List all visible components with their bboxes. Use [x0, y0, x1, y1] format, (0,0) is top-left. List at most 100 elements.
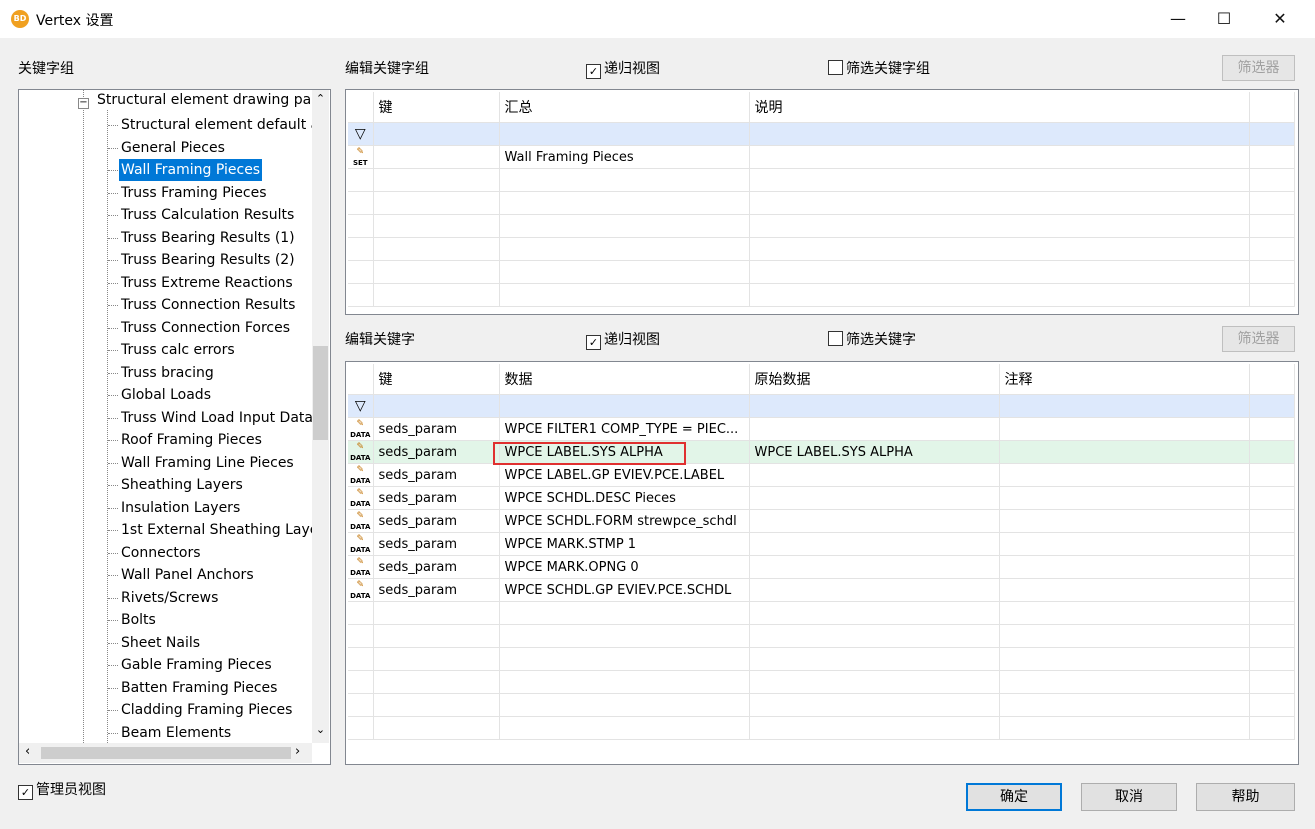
- tree-item[interactable]: Truss Bearing Results (2): [119, 249, 297, 271]
- tree-item[interactable]: Roof Framing Pieces: [119, 429, 264, 451]
- column-header[interactable]: 原始数据: [749, 364, 1000, 395]
- note-cell[interactable]: [999, 440, 1250, 464]
- column-header[interactable]: 汇总: [499, 92, 750, 123]
- group-recursive-checkbox[interactable]: ✓ 递归视图: [586, 58, 660, 79]
- table-row[interactable]: ✎ DATA seds_param WPCE MARK.OPNG 0: [348, 555, 1295, 579]
- tree-root-item[interactable]: Structural element drawing part: [97, 92, 312, 108]
- raw-data-cell[interactable]: [749, 509, 1000, 533]
- data-cell[interactable]: WPCE MARK.OPNG 0: [499, 555, 750, 579]
- keyword-recursive-checkbox[interactable]: ✓ 递归视图: [586, 329, 660, 350]
- scroll-up-icon[interactable]: ⌃: [312, 92, 329, 105]
- data-cell[interactable]: WPCE SCHDL.DESC Pieces: [499, 486, 750, 510]
- raw-data-cell[interactable]: [749, 486, 1000, 510]
- raw-data-cell[interactable]: [749, 555, 1000, 579]
- tree-item[interactable]: Global Loads: [119, 384, 213, 406]
- group-filter-button[interactable]: 筛选器: [1222, 55, 1295, 81]
- desc-cell[interactable]: [749, 145, 1250, 169]
- filter-cell[interactable]: [499, 122, 750, 146]
- checkbox-icon[interactable]: ✓: [18, 785, 33, 800]
- scroll-right-icon[interactable]: ›: [295, 744, 300, 759]
- tree-item[interactable]: Gable Framing Pieces: [119, 654, 274, 676]
- column-header[interactable]: 键: [373, 92, 500, 123]
- key-cell[interactable]: seds_param: [373, 486, 500, 510]
- tree-item[interactable]: Cladding Framing Pieces: [119, 699, 294, 721]
- tree-item[interactable]: Truss Bearing Results (1): [119, 227, 297, 249]
- tree-item[interactable]: Truss Framing Pieces: [119, 182, 269, 204]
- filter-cell[interactable]: [1249, 122, 1295, 146]
- help-button[interactable]: 帮助: [1196, 783, 1295, 811]
- maximize-button[interactable]: ☐: [1201, 0, 1247, 38]
- raw-data-cell[interactable]: [749, 578, 1000, 602]
- key-cell[interactable]: seds_param: [373, 532, 500, 556]
- filter-row[interactable]: ▽: [348, 122, 1295, 146]
- note-cell[interactable]: [999, 555, 1250, 579]
- column-header[interactable]: 说明: [749, 92, 1250, 123]
- raw-data-cell[interactable]: [749, 532, 1000, 556]
- tree-hscrollbar[interactable]: ‹ ›: [19, 743, 312, 763]
- filter-cell[interactable]: [1249, 394, 1295, 418]
- scroll-down-icon[interactable]: ⌄: [312, 723, 329, 736]
- scroll-thumb[interactable]: [313, 346, 328, 440]
- filter-row[interactable]: ▽: [348, 394, 1295, 418]
- minimize-button[interactable]: —: [1155, 0, 1201, 38]
- note-cell[interactable]: [999, 417, 1250, 441]
- tree-item[interactable]: Truss Extreme Reactions: [119, 272, 295, 294]
- filter-keyword-checkbox[interactable]: 筛选关键字: [828, 329, 916, 349]
- table-row[interactable]: ✎ DATA seds_param WPCE LABEL.GP EVIEV.PCE.L…: [348, 463, 1295, 487]
- table-row[interactable]: ✎ DATA seds_param WPCE FILTER1 COMP_TYPE = …: [348, 417, 1295, 441]
- tree-item[interactable]: Wall Panel Anchors: [119, 564, 256, 586]
- group-grid[interactable]: 键 汇总 说明 ▽ ✎ SET Wall Framing Pieces: [345, 89, 1299, 315]
- table-row[interactable]: ✎ DATA seds_param WPCE SCHDL.FORM strewpce_…: [348, 509, 1295, 533]
- tree-item[interactable]: Wall Framing Line Pieces: [119, 452, 296, 474]
- data-cell[interactable]: WPCE LABEL.GP EVIEV.PCE.LABEL: [499, 463, 750, 487]
- tree-item[interactable]: Wall Framing Pieces: [119, 159, 263, 181]
- table-row[interactable]: ✎ DATA seds_param WPCE LABEL.SYS ALPHA WPCE …: [348, 440, 1295, 464]
- data-cell[interactable]: WPCE MARK.STMP 1: [499, 532, 750, 556]
- filter-cell[interactable]: [499, 394, 750, 418]
- keyword-grid[interactable]: 键 数据 原始数据 注释 ▽ ✎ DATA seds_param WPCE FILTER…: [345, 361, 1299, 765]
- close-button[interactable]: ✕: [1257, 0, 1303, 38]
- checkbox-icon[interactable]: [828, 60, 843, 75]
- table-row[interactable]: ✎ DATA seds_param WPCE SCHDL.DESC Pieces: [348, 486, 1295, 510]
- scroll-left-icon[interactable]: ‹: [25, 744, 30, 759]
- checkbox-icon[interactable]: ✓: [586, 64, 601, 79]
- tree-item[interactable]: Truss Wind Load Input Data: [119, 407, 312, 429]
- column-header[interactable]: 数据: [499, 364, 750, 395]
- tree-item[interactable]: Truss Calculation Results: [119, 204, 296, 226]
- filter-cell[interactable]: [373, 394, 500, 418]
- key-cell[interactable]: [373, 145, 500, 169]
- filter-cell[interactable]: [373, 122, 500, 146]
- tree-item[interactable]: Beam Elements: [119, 722, 233, 744]
- data-cell[interactable]: WPCE SCHDL.GP EVIEV.PCE.SCHDL: [499, 578, 750, 602]
- collapse-icon[interactable]: −: [78, 98, 89, 109]
- data-cell[interactable]: WPCE SCHDL.FORM strewpce_schdl: [499, 509, 750, 533]
- key-cell[interactable]: seds_param: [373, 463, 500, 487]
- checkbox-icon[interactable]: [828, 331, 843, 346]
- table-row[interactable]: ✎ DATA seds_param WPCE SCHDL.GP EVIEV.PCE.S…: [348, 578, 1295, 602]
- key-cell[interactable]: seds_param: [373, 509, 500, 533]
- key-cell[interactable]: seds_param: [373, 555, 500, 579]
- note-cell[interactable]: [999, 532, 1250, 556]
- tree-item[interactable]: 1st External Sheathing Layer: [119, 519, 312, 541]
- summary-cell[interactable]: Wall Framing Pieces: [499, 145, 750, 169]
- table-row[interactable]: ✎ SET Wall Framing Pieces: [348, 145, 1295, 169]
- tree-item[interactable]: General Pieces: [119, 137, 227, 159]
- table-row[interactable]: ✎ DATA seds_param WPCE MARK.STMP 1: [348, 532, 1295, 556]
- note-cell[interactable]: [999, 486, 1250, 510]
- cancel-button[interactable]: 取消: [1081, 783, 1177, 811]
- tree-item[interactable]: Sheathing Layers: [119, 474, 245, 496]
- ok-button[interactable]: 确定: [966, 783, 1062, 811]
- column-header[interactable]: 注释: [999, 364, 1250, 395]
- keyword-group-tree[interactable]: − Structural element drawing part Struct…: [18, 89, 331, 765]
- tree-item[interactable]: Truss calc errors: [119, 339, 237, 361]
- keyword-filter-button[interactable]: 筛选器: [1222, 326, 1295, 352]
- key-cell[interactable]: seds_param: [373, 417, 500, 441]
- hscroll-thumb[interactable]: [41, 747, 291, 759]
- tree-vscrollbar[interactable]: ⌃ ⌄: [312, 90, 329, 743]
- tree-item[interactable]: Truss Connection Results: [119, 294, 297, 316]
- filter-cell[interactable]: [999, 394, 1250, 418]
- note-cell[interactable]: [999, 509, 1250, 533]
- key-cell[interactable]: seds_param: [373, 578, 500, 602]
- raw-data-cell[interactable]: [749, 463, 1000, 487]
- data-cell[interactable]: WPCE FILTER1 COMP_TYPE = PIEC...: [499, 417, 750, 441]
